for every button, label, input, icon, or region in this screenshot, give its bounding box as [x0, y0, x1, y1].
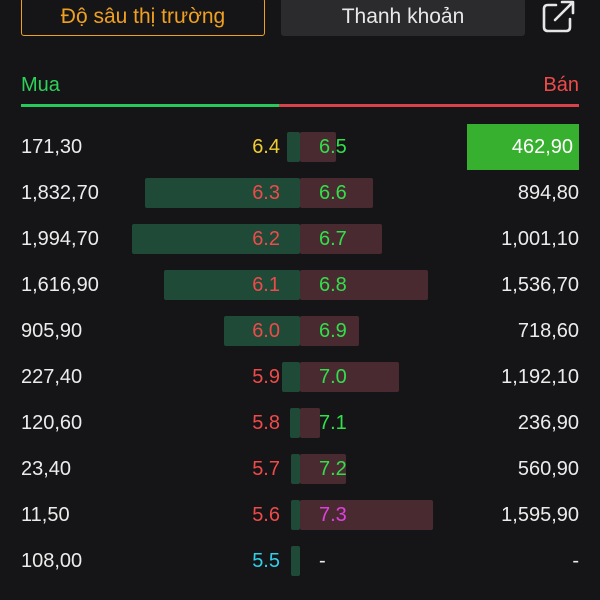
- bid-price[interactable]: 5.6: [252, 492, 280, 538]
- bid-volume: 1,832,70: [21, 182, 99, 204]
- bid-depth-bar: [291, 500, 300, 530]
- ask-volume: 1,595,90: [501, 504, 579, 526]
- book-row[interactable]: 11,50 5.6 7.3 1,595,90: [0, 492, 600, 538]
- book-row[interactable]: 1,832,70 6.3 6.6 894,80: [0, 170, 600, 216]
- ask-price[interactable]: 6.7: [319, 216, 347, 262]
- bid-price[interactable]: 5.5: [252, 538, 280, 584]
- bid-volume: 23,40: [21, 458, 72, 480]
- bid-depth-bar: [291, 454, 300, 484]
- bid-volume: 171,30: [21, 136, 83, 158]
- ask-volume: 462,90: [467, 124, 579, 170]
- bid-volume: 1,616,90: [21, 274, 99, 296]
- book-row[interactable]: 227,40 5.9 7.0 1,192,10: [0, 354, 600, 400]
- bid-price[interactable]: 6.3: [252, 170, 280, 216]
- bid-volume: 11,50: [21, 504, 70, 526]
- book-row[interactable]: 120,60 5.8 7.1 236,90: [0, 400, 600, 446]
- bid-price[interactable]: 6.4: [252, 124, 280, 170]
- book-row[interactable]: 1,616,90 6.1 6.8 1,536,70: [0, 262, 600, 308]
- bid-depth-bar: [282, 362, 300, 392]
- ask-price[interactable]: 7.0: [319, 354, 347, 400]
- ask-depth-bar: [300, 362, 399, 392]
- buy-column-title: Mua: [21, 74, 60, 96]
- tab-market-depth[interactable]: Độ sâu thị trường: [21, 0, 265, 36]
- sell-divider: [279, 104, 579, 107]
- book-row[interactable]: 1,994,70 6.2 6.7 1,001,10: [0, 216, 600, 262]
- bid-price[interactable]: 5.8: [252, 400, 280, 446]
- ask-volume: 1,001,10: [501, 228, 579, 250]
- bid-price[interactable]: 6.2: [252, 216, 280, 262]
- ask-price[interactable]: 6.8: [319, 262, 347, 308]
- ask-volume: -: [572, 550, 579, 572]
- tab-bar: Độ sâu thị trường Thanh khoản: [0, 0, 600, 44]
- ask-price[interactable]: 6.9: [319, 308, 347, 354]
- bid-depth-bar: [290, 408, 300, 438]
- order-book-header: Mua Bán: [21, 74, 579, 110]
- bid-price[interactable]: 5.7: [252, 446, 280, 492]
- book-row[interactable]: 23,40 5.7 7.2 560,90: [0, 446, 600, 492]
- ask-depth-bar: [300, 408, 320, 438]
- bid-price[interactable]: 6.1: [252, 262, 280, 308]
- bid-depth-bar: [287, 132, 300, 162]
- ask-price[interactable]: 6.6: [319, 170, 347, 216]
- bid-volume: 905,90: [21, 320, 83, 342]
- tab-liquidity[interactable]: Thanh khoản: [281, 0, 525, 36]
- sell-column-title: Bán: [543, 74, 579, 96]
- bid-volume: 120,60: [21, 412, 83, 434]
- ask-price[interactable]: 6.5: [319, 124, 347, 170]
- bid-volume: 108,00: [21, 550, 83, 572]
- ask-volume: 236,90: [517, 412, 579, 434]
- ask-price[interactable]: -: [319, 538, 326, 584]
- ask-volume: 894,80: [517, 182, 579, 204]
- book-row[interactable]: 905,90 6.0 6.9 718,60: [0, 308, 600, 354]
- ask-price[interactable]: 7.1: [319, 400, 347, 446]
- share-button[interactable]: [538, 0, 578, 36]
- buy-divider: [21, 104, 279, 107]
- ask-price[interactable]: 7.2: [319, 446, 347, 492]
- bid-price[interactable]: 5.9: [252, 354, 280, 400]
- bid-volume: 1,994,70: [21, 228, 99, 250]
- ask-volume: 560,90: [517, 458, 579, 480]
- ask-volume: 1,192,10: [501, 366, 579, 388]
- bid-price[interactable]: 6.0: [252, 308, 280, 354]
- ask-volume: 1,536,70: [501, 274, 579, 296]
- bid-depth-bar: [291, 546, 300, 576]
- bid-volume: 227,40: [21, 366, 83, 388]
- book-row[interactable]: 108,00 5.5 - -: [0, 538, 600, 584]
- ask-volume: 718,60: [517, 320, 579, 342]
- ask-price[interactable]: 7.3: [319, 492, 347, 538]
- book-row[interactable]: 171,30 6.4 6.5 462,90: [0, 124, 600, 170]
- share-icon: [542, 0, 575, 33]
